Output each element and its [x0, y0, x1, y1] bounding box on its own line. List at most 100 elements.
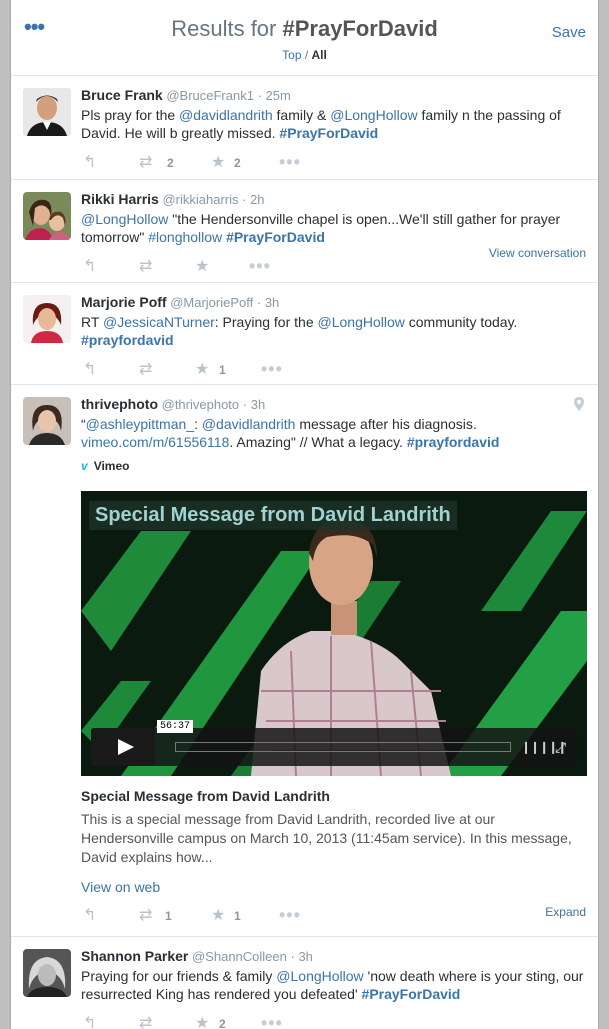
hashtag-link[interactable]: #PrayForDavid [362, 986, 461, 1002]
author-name[interactable]: thrivephoto [81, 396, 158, 412]
avatar[interactable] [23, 88, 71, 136]
author-name[interactable]: Marjorie Poff [81, 294, 167, 310]
avatar[interactable] [23, 397, 71, 445]
more-options-icon[interactable]: ••• [249, 256, 271, 277]
hashtag-link[interactable]: #PrayForDavid [226, 229, 325, 245]
title-hashtag: #PrayForDavid [282, 16, 438, 41]
timestamp[interactable]: 2h [250, 192, 264, 207]
tweet-header: Marjorie Poff @MarjoriePoff · 3h [81, 293, 586, 312]
mention-link[interactable]: @LongHollow [81, 211, 168, 227]
author-handle[interactable]: @ShannColleen [192, 949, 287, 964]
mention-link[interactable]: @davidlandrith [179, 107, 273, 123]
tweet[interactable]: Shannon Parker @ShannColleen · 3h Prayin… [11, 937, 598, 1029]
mention-link[interactable]: @LongHollow [276, 968, 363, 984]
author-handle[interactable]: @BruceFrank1 [166, 88, 254, 103]
more-options-icon[interactable]: ••• [261, 1013, 283, 1029]
hashtag-link[interactable]: #longhollow [148, 229, 222, 245]
avatar[interactable] [23, 192, 71, 240]
author-name[interactable]: Bruce Frank [81, 87, 163, 103]
results-filter: Top / All [11, 48, 598, 62]
text-segment: . Amazing" // What a legacy. [229, 434, 407, 450]
fullscreen-icon[interactable]: ⤢ [555, 739, 566, 756]
timestamp[interactable]: 25m [266, 88, 291, 103]
mention-link[interactable]: @LongHollow [330, 107, 417, 123]
more-options-icon[interactable]: ••• [279, 905, 301, 926]
author-handle[interactable]: @rikkiaharris [162, 192, 238, 207]
tweet-actions: ↰ ⇄ 2 ★ 2 ••• [81, 148, 586, 184]
text-segment: Pls pray for the [81, 107, 180, 123]
favorite-icon[interactable]: ★ [195, 361, 209, 379]
avatar[interactable] [23, 949, 71, 997]
retweet-icon[interactable]: ⇄ [139, 1015, 152, 1029]
retweet-icon[interactable]: ⇄ [139, 258, 152, 276]
favorite-count: 1 [234, 909, 241, 923]
avatar[interactable] [23, 295, 71, 343]
tweet-header: Bruce Frank @BruceFrank1 · 25m [81, 86, 586, 105]
favorite-count: 2 [219, 1017, 226, 1029]
favorite-count: 1 [219, 363, 226, 377]
mention-link[interactable]: @ashleypittman_ [86, 416, 194, 432]
favorite-icon[interactable]: ★ [211, 907, 225, 925]
favorite-icon[interactable]: ★ [211, 154, 225, 172]
reply-icon[interactable]: ↰ [83, 258, 96, 276]
search-header: ••• Results for #PrayForDavid Save Top /… [11, 0, 598, 76]
retweet-icon[interactable]: ⇄ [139, 907, 152, 925]
card-source-name[interactable]: Vimeo [94, 459, 130, 473]
card-title[interactable]: Special Message from David Landrith [81, 788, 586, 804]
mention-link[interactable]: @JessicaNTurner [103, 314, 215, 330]
tweet-header: thrivephoto @thrivephoto · 3h [81, 395, 586, 414]
save-button[interactable]: Save [552, 24, 586, 41]
more-options-icon[interactable]: ••• [279, 152, 301, 173]
filter-top-link[interactable]: Top [282, 48, 301, 62]
author-handle[interactable]: @MarjoriePoff [170, 295, 253, 310]
text-segment: RT [81, 314, 104, 330]
tweet[interactable]: Marjorie Poff @MarjoriePoff · 3h RT @Jes… [11, 283, 598, 385]
more-options-icon[interactable]: ••• [261, 359, 283, 380]
text-segment: : Praying for the [214, 314, 318, 330]
timestamp[interactable]: 3h [265, 295, 279, 310]
tweet-text: Praying for our friends & family @LongHo… [81, 967, 586, 1003]
url-link[interactable]: vimeo.com/m/61556118 [81, 434, 229, 450]
tweet-text: “@ashleypittman_: @davidlandrith message… [81, 415, 586, 451]
card-source: v Vimeo [81, 459, 586, 477]
dot-separator: · [286, 949, 299, 964]
tweet[interactable]: Rikki Harris @rikkiaharris · 2h @LongHol… [11, 180, 598, 283]
tweet[interactable]: Bruce Frank @BruceFrank1 · 25m Pls pray … [11, 76, 598, 180]
location-pin-icon[interactable] [574, 397, 584, 411]
hashtag-link[interactable]: #prayfordavid [81, 332, 174, 348]
reply-icon[interactable]: ↰ [83, 361, 96, 379]
reply-icon[interactable]: ↰ [83, 1015, 96, 1029]
vimeo-icon: v [81, 459, 88, 473]
author-handle[interactable]: @thrivephoto [162, 397, 240, 412]
dot-separator: · [238, 192, 251, 207]
author-name[interactable]: Shannon Parker [81, 948, 188, 964]
video-player[interactable]: Special Message from David Landrith 56:3… [81, 491, 587, 776]
video-progress-bar[interactable] [175, 742, 511, 752]
timestamp[interactable]: 3h [298, 949, 312, 964]
author-name[interactable]: Rikki Harris [81, 191, 159, 207]
tweet[interactable]: thrivephoto @thrivephoto · 3h “@ashleypi… [11, 385, 598, 937]
retweet-count: 1 [165, 909, 172, 923]
text-segment: Praying for our friends & family [81, 968, 277, 984]
filter-all-current: All [311, 48, 327, 62]
favorite-icon[interactable]: ★ [195, 1015, 209, 1029]
reply-icon[interactable]: ↰ [83, 907, 96, 925]
favorite-count: 2 [234, 156, 241, 170]
retweet-icon[interactable]: ⇄ [139, 154, 152, 172]
text-segment: : [194, 416, 202, 432]
reply-icon[interactable]: ↰ [83, 154, 96, 172]
tweet-text: @LongHollow "the Hendersonville chapel i… [81, 210, 586, 246]
timestamp[interactable]: 3h [251, 397, 265, 412]
retweet-icon[interactable]: ⇄ [139, 361, 152, 379]
hashtag-link[interactable]: #prayfordavid [407, 434, 500, 450]
view-on-web-link[interactable]: View on web [81, 879, 586, 895]
dot-separator: · [239, 397, 251, 412]
play-icon[interactable] [91, 728, 155, 766]
title-prefix: Results for [171, 16, 283, 41]
favorite-icon[interactable]: ★ [195, 258, 209, 276]
hashtag-link[interactable]: #PrayForDavid [279, 125, 378, 141]
mention-link[interactable]: @davidlandrith [202, 416, 296, 432]
tweet-header: Shannon Parker @ShannColleen · 3h [81, 947, 586, 966]
mention-link[interactable]: @LongHollow [318, 314, 405, 330]
tweet-text: RT @JessicaNTurner: Praying for the @Lon… [81, 313, 586, 349]
